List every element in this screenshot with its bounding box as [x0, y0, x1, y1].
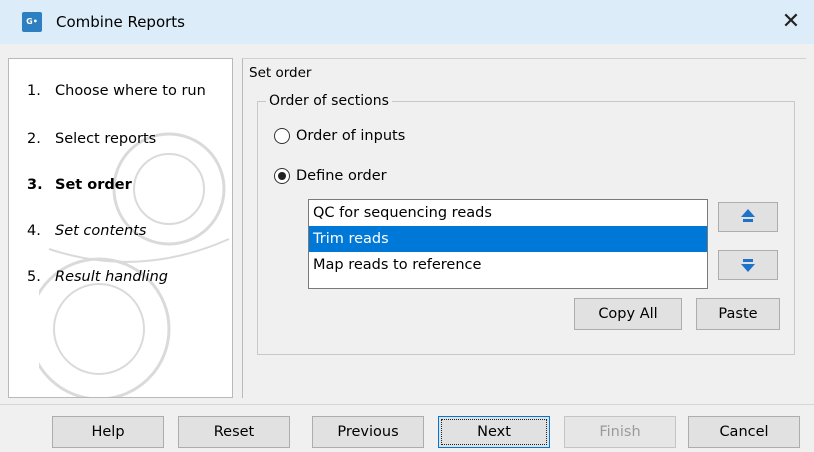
- previous-button[interactable]: Previous: [312, 416, 424, 448]
- watermark-graphic: [39, 132, 230, 397]
- step-result-handling: 5. Result handling: [27, 267, 168, 287]
- footer-divider: [0, 404, 814, 405]
- radio-button-checked[interactable]: [274, 168, 290, 184]
- radio-button[interactable]: [274, 128, 290, 144]
- radio-define-order[interactable]: Define order: [274, 166, 387, 186]
- step-label: Result handling: [55, 269, 168, 285]
- panel-title: Set order: [249, 65, 312, 81]
- step-number: 5.: [27, 269, 41, 285]
- step-number: 4.: [27, 223, 41, 239]
- list-item-selected[interactable]: Trim reads: [309, 226, 707, 252]
- move-up-button[interactable]: [718, 202, 778, 232]
- step-label: Set contents: [55, 223, 147, 239]
- list-item[interactable]: Map reads to reference: [309, 252, 707, 278]
- title-bar: G• Combine Reports ✕: [0, 0, 814, 44]
- copy-all-button[interactable]: Copy All: [574, 298, 682, 330]
- wizard-steps-panel: 1. Choose where to run 2. Select reports 3…: [8, 58, 233, 398]
- step-label: Set order: [55, 177, 132, 193]
- step-choose-where-to-run: 1. Choose where to run: [27, 81, 206, 101]
- order-of-sections-group: Order of sections Order of inputs Define…: [257, 92, 795, 355]
- step-set-order: 3. Set order: [27, 175, 132, 195]
- radio-label: Define order: [296, 168, 387, 184]
- step-label: Choose where to run: [55, 83, 206, 99]
- step-number: 3.: [27, 177, 43, 193]
- cancel-button[interactable]: Cancel: [688, 416, 800, 448]
- app-icon: G•: [22, 12, 42, 32]
- paste-button[interactable]: Paste: [696, 298, 780, 330]
- radio-order-of-inputs[interactable]: Order of inputs: [274, 126, 405, 146]
- next-label: Next: [477, 424, 511, 440]
- step-number: 2.: [27, 131, 41, 147]
- step-set-contents: 4. Set contents: [27, 221, 147, 241]
- arrow-up-icon: [741, 209, 755, 222]
- step-label: Select reports: [55, 131, 157, 147]
- step-number: 1.: [27, 83, 41, 99]
- list-item[interactable]: QC for sequencing reads: [309, 200, 707, 226]
- arrow-down-icon: [741, 259, 755, 272]
- help-button[interactable]: Help: [52, 416, 164, 448]
- window-title: Combine Reports: [56, 13, 185, 31]
- radio-label: Order of inputs: [296, 128, 406, 144]
- move-down-button[interactable]: [718, 250, 778, 280]
- reset-button[interactable]: Reset: [178, 416, 290, 448]
- next-button[interactable]: Next: [438, 416, 550, 448]
- section-order-list[interactable]: QC for sequencing reads Trim reads Map r…: [308, 199, 708, 289]
- group-label: Order of sections: [266, 92, 392, 110]
- close-icon[interactable]: ✕: [768, 0, 814, 44]
- finish-button: Finish: [564, 416, 676, 448]
- content-panel: Set order Order of sections Order of inp…: [242, 58, 806, 398]
- step-select-reports: 2. Select reports: [27, 129, 156, 149]
